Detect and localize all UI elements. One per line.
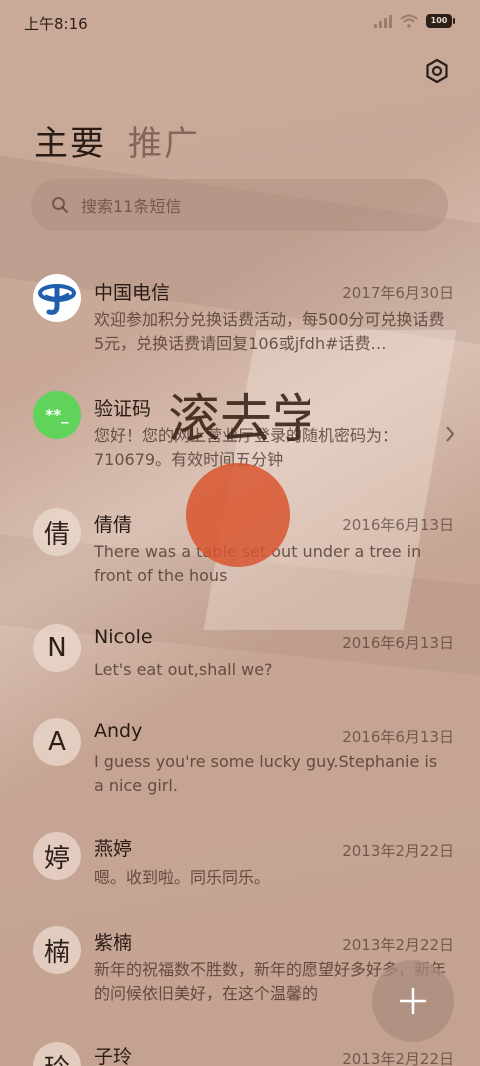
- avatar-text: **_: [45, 406, 69, 424]
- search-placeholder: 搜索11条短信: [81, 197, 182, 216]
- china-telecom-logo-icon: [38, 284, 76, 315]
- conversation-date: 2016年6月13日: [342, 516, 454, 534]
- tab-primary[interactable]: 主要: [34, 116, 106, 165]
- status-time: 上午8:16: [24, 15, 88, 33]
- avatar-text: A: [48, 727, 66, 757]
- conversation-preview: 嗯。收到啦。同乐同乐。: [94, 868, 271, 887]
- conversation-preview: There was a table set out under a tree i…: [94, 542, 422, 585]
- avatar: 婷: [33, 832, 81, 880]
- conversation-item[interactable]: 倩 倩倩 2016年6月13日 There was a table set ou…: [0, 498, 480, 608]
- avatar: 玲: [33, 1042, 81, 1066]
- conversation-name: 紫楠: [94, 932, 133, 954]
- conversation-preview: 欢迎参加积分兑换话费活动，每500分可兑换话费5元，兑换话费请回复106或jfd…: [94, 310, 445, 353]
- conversation-date: 2016年6月13日: [342, 728, 454, 746]
- tab-promotions[interactable]: 推广: [128, 116, 200, 165]
- avatar: A: [33, 718, 81, 766]
- conversation-date: 2013年2月22日: [342, 842, 454, 860]
- conversation-name: 中国电信: [94, 282, 171, 304]
- conversation-name: Andy: [94, 720, 143, 742]
- settings-icon[interactable]: [424, 58, 450, 84]
- plus-icon: [399, 987, 427, 1015]
- avatar-text: 楠: [43, 937, 70, 968]
- avatar-verify-code: **_: [33, 391, 81, 439]
- conversation-item[interactable]: A Andy 2016年6月13日 I guess you're some lu…: [0, 714, 480, 824]
- conversation-date: 2013年2月22日: [342, 1050, 454, 1066]
- conversation-name: 子玲: [94, 1046, 133, 1066]
- conversation-preview: Let's eat out,shall we?: [94, 660, 273, 679]
- compose-button[interactable]: [372, 960, 454, 1042]
- conversation-name: 倩倩: [94, 514, 133, 536]
- search-input[interactable]: 搜索11条短信: [31, 179, 448, 231]
- search-icon: [52, 197, 68, 213]
- conversation-name: 燕婷: [94, 838, 133, 860]
- status-icons: 100: [374, 14, 455, 28]
- avatar-text: 玲: [44, 1048, 70, 1066]
- conversation-date: 2016年6月13日: [342, 634, 454, 652]
- wifi-icon: [400, 14, 418, 28]
- conversation-item[interactable]: **_ 验证码 您好！您的网上营业厅登录的随机密码为：710679。有效时间五分…: [0, 380, 480, 490]
- avatar: N: [33, 624, 81, 672]
- avatar: 楠: [33, 926, 81, 974]
- tab-bar: 主要 推广: [34, 116, 200, 165]
- signal-icon: [374, 14, 392, 28]
- conversation-item[interactable]: 中国电信 2017年6月30日 欢迎参加积分兑换话费活动，每500分可兑换话费5…: [0, 262, 480, 372]
- chevron-right-icon[interactable]: [444, 424, 456, 444]
- conversation-item[interactable]: N Nicole 2016年6月13日 Let's eat out,shall …: [0, 618, 480, 708]
- avatar-text: N: [47, 633, 67, 663]
- avatar-china-telecom-logo: [33, 274, 81, 322]
- conversation-item[interactable]: 婷 燕婷 2013年2月22日 嗯。收到啦。同乐同乐。: [0, 830, 480, 920]
- battery-icon: 100: [426, 14, 455, 28]
- conversation-date: 2017年6月30日: [342, 284, 454, 302]
- conversation-item[interactable]: 玲 子玲 2013年2月22日: [0, 1040, 480, 1066]
- avatar: 倩: [33, 508, 81, 556]
- conversation-preview: 您好！您的网上营业厅登录的随机密码为：710679。有效时间五分钟: [94, 426, 399, 469]
- conversation-name: Nicole: [94, 626, 153, 648]
- conversation-preview: I guess you're some lucky guy.Stephanie …: [94, 752, 438, 795]
- avatar-text: 倩: [43, 519, 70, 550]
- conversation-date: 2013年2月22日: [342, 936, 454, 954]
- conversation-name: 验证码: [94, 398, 152, 420]
- status-bar: 上午8:16 100: [0, 0, 480, 46]
- avatar-text: 婷: [43, 843, 70, 874]
